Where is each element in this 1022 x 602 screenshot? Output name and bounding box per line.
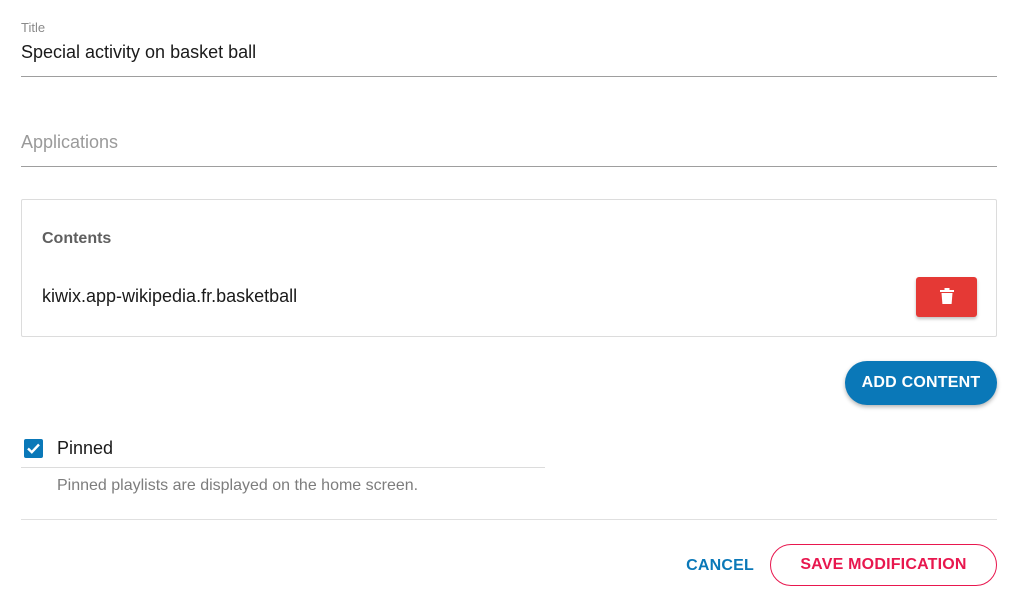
contents-panel: Contents kiwix.app-wikipedia.fr.basketba… [21,199,997,337]
save-modification-button[interactable]: SAVE MODIFICATION [770,544,997,586]
contents-heading: Contents [42,230,112,247]
divider [21,519,997,520]
title-input[interactable] [21,42,981,63]
trash-icon [939,287,954,307]
checkmark-icon [27,443,40,454]
edit-playlist-form: Title Contents kiwix.app-wikipedia.fr.ba… [0,0,1022,602]
pinned-checkbox[interactable] [24,439,43,458]
cancel-button[interactable]: CANCEL [676,548,764,584]
content-item-label: kiwix.app-wikipedia.fr.basketball [42,286,298,306]
pinned-row: Pinned [21,430,545,468]
add-content-button[interactable]: ADD CONTENT [845,361,997,405]
pinned-help-text: Pinned playlists are displayed on the ho… [57,477,419,494]
delete-content-button[interactable] [916,277,977,317]
title-field: Title [21,14,997,77]
title-label: Title [21,20,46,35]
pinned-label: Pinned [57,438,114,458]
applications-field [21,120,997,167]
applications-input[interactable] [21,132,981,153]
